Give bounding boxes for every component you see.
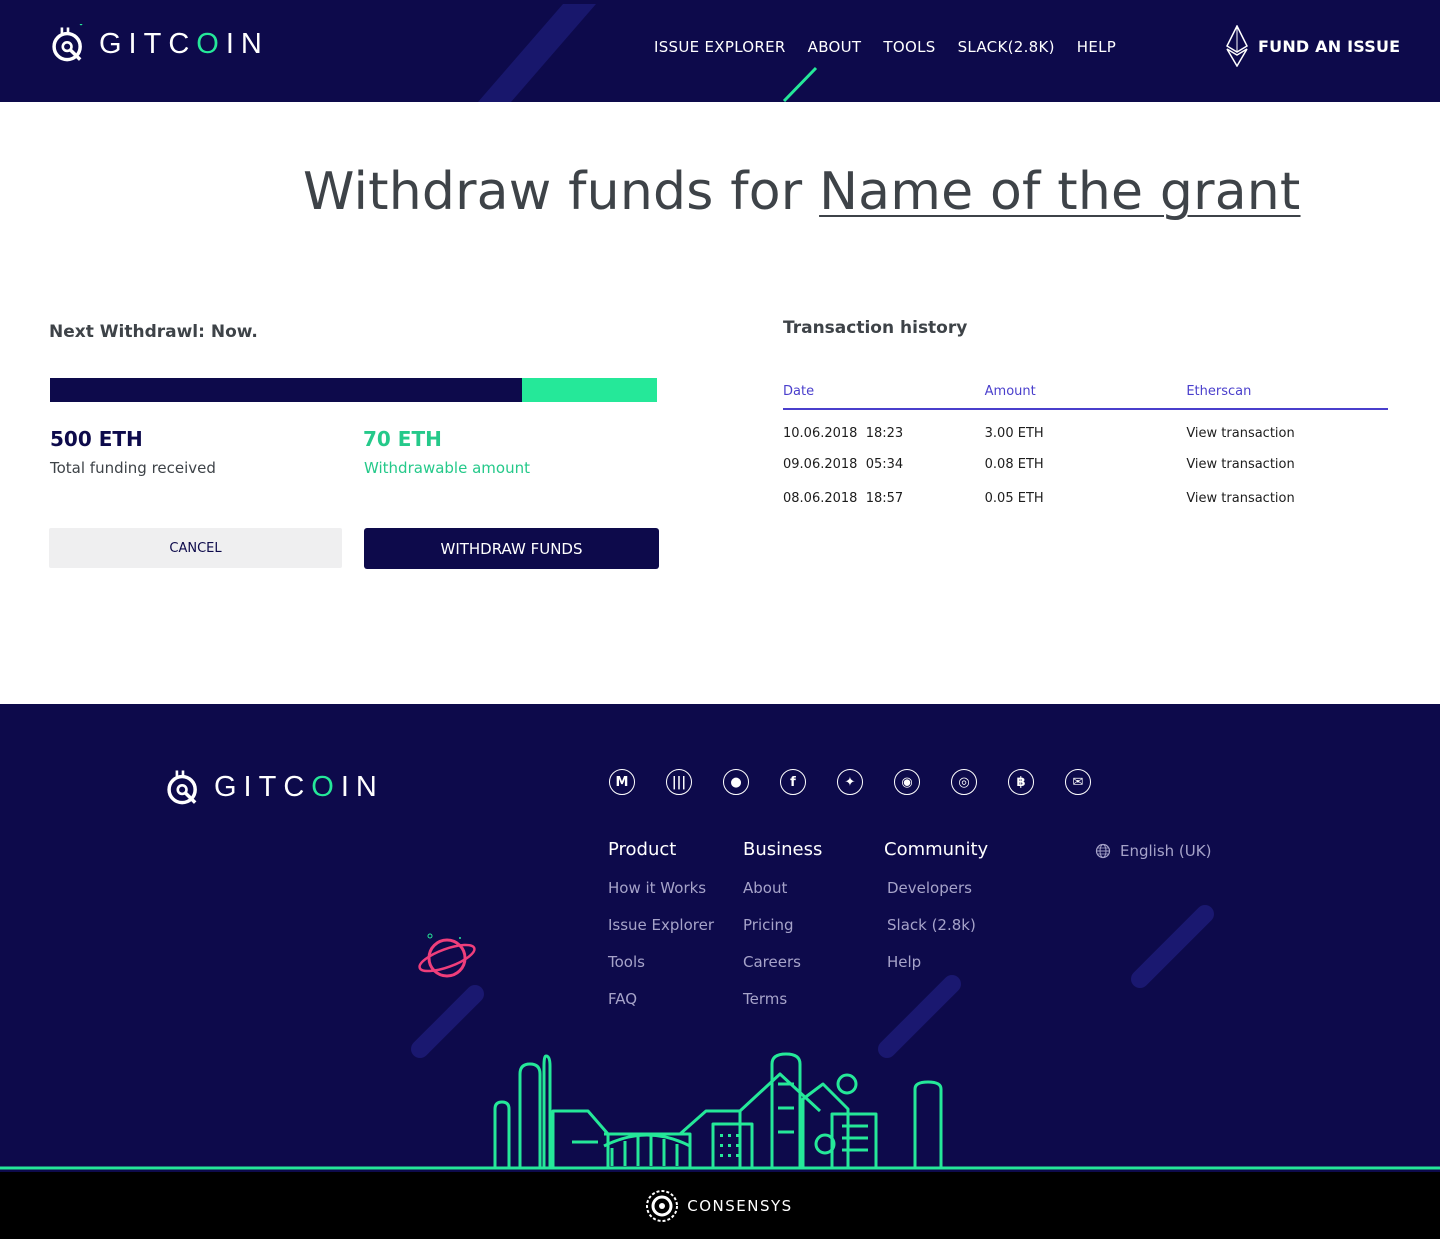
withdrawable-value: 70 ETH <box>363 427 442 451</box>
footer-link-help[interactable]: Help <box>887 953 988 990</box>
footer-link-terms[interactable]: Terms <box>743 990 822 1027</box>
total-funding-stat: 500 ETH Total funding received <box>50 427 216 477</box>
table-row: 10.06.2018 18:23 3.00 ETH View transacti… <box>783 409 1388 447</box>
nav-help[interactable]: HELP <box>1077 38 1116 56</box>
withdrawable-stat: 70 ETH Withdrawable amount <box>363 427 530 477</box>
footer: GITCOIN M ||| ● f ✦ ◉ ◎ ฿ ✉ Product How … <box>0 704 1440 1172</box>
language-label: English (UK) <box>1120 842 1212 860</box>
table-header-row: Date Amount Etherscan <box>783 384 1388 410</box>
cancel-button[interactable]: CANCEL <box>49 528 342 568</box>
gitcoin-wordmark: GITCOIN <box>214 770 384 803</box>
medium-icon[interactable]: M <box>609 769 635 795</box>
gitcoin-mark-icon <box>167 770 197 805</box>
tx-amount: 0.05 ETH <box>984 490 1044 506</box>
column-etherscan: Etherscan <box>1186 384 1388 410</box>
grant-name-link[interactable]: Name of the grant <box>819 162 1300 222</box>
funding-progress-fill <box>50 378 523 402</box>
footer-link-issue-explorer[interactable]: Issue Explorer <box>608 916 714 953</box>
fund-an-issue-button[interactable]: FUND AN ISSUE <box>1226 25 1400 67</box>
main-nav: ISSUE EXPLORER ABOUT TOOLS SLACK(2.8K) H… <box>654 38 1116 56</box>
twitter-icon[interactable]: ✦ <box>837 769 863 795</box>
social-links: M ||| ● f ✦ ◉ ◎ ฿ ✉ <box>609 769 1091 795</box>
top-navbar: GITCOIN ISSUE EXPLORER ABOUT TOOLS SLACK… <box>0 0 1440 102</box>
transaction-table: Date Amount Etherscan 10.06.2018 18:23 3… <box>783 384 1388 515</box>
footer-business-heading: Business <box>743 839 823 860</box>
tx-amount: 3.00 ETH <box>984 426 1044 441</box>
tx-date: 10.06.2018 18:23 <box>783 426 904 441</box>
table-row: 08.06.2018 18:57 0.05 ETH View transacti… <box>783 481 1388 515</box>
consensys-bar: CONSENSYS <box>0 1172 1440 1239</box>
withdraw-funds-button[interactable]: WITHDRAW FUNDS <box>364 528 659 569</box>
view-transaction-link[interactable]: View transaction <box>1186 409 1388 447</box>
footer-product-heading: Product <box>608 839 677 860</box>
footer-link-careers[interactable]: Careers <box>743 953 822 990</box>
total-funding-label: Total funding received <box>50 459 216 477</box>
view-transaction-link[interactable]: View transaction <box>1186 447 1388 481</box>
next-withdrawal-label: Next Withdrawl: Now. <box>49 322 258 342</box>
transaction-history-title: Transaction history <box>783 318 968 338</box>
github-icon[interactable]: ● <box>723 769 749 795</box>
footer-business-column: Business About Pricing Careers Terms <box>743 839 822 1027</box>
discourse-icon[interactable]: ◎ <box>951 769 977 795</box>
footer-gitcoin-logo[interactable]: GITCOIN <box>164 767 384 807</box>
footer-product-column: Product How it Works Issue Explorer Tool… <box>608 839 714 1027</box>
globe-icon <box>1095 843 1111 859</box>
reddit-icon[interactable]: ◉ <box>894 769 920 795</box>
gitcoin-mark-icon <box>52 24 83 62</box>
page-title-prefix: Withdraw funds for <box>303 162 820 222</box>
email-icon[interactable]: ✉ <box>1065 769 1091 795</box>
withdrawable-label: Withdrawable amount <box>364 459 530 477</box>
nav-slack[interactable]: SLACK(2.8K) <box>958 38 1055 56</box>
bitcoin-icon[interactable]: ฿ <box>1008 769 1034 795</box>
table-row: 09.06.2018 05:34 0.08 ETH View transacti… <box>783 447 1388 481</box>
tx-date: 09.06.2018 05:34 <box>783 456 904 472</box>
total-funding-value: 500 ETH <box>50 427 143 451</box>
footer-community-column: Community Developers Slack (2.8k) Help <box>884 839 988 990</box>
ethereum-icon <box>1226 25 1248 67</box>
tx-date: 08.06.2018 18:57 <box>783 490 904 506</box>
footer-link-slack[interactable]: Slack (2.8k) <box>887 916 988 953</box>
funding-progress-bar <box>50 378 657 402</box>
language-selector[interactable]: English (UK) <box>1095 842 1211 860</box>
view-transaction-link[interactable]: View transaction <box>1186 481 1388 515</box>
facebook-icon[interactable]: f <box>780 769 806 795</box>
column-date: Date <box>783 384 985 410</box>
tx-amount: 0.08 ETH <box>984 456 1044 472</box>
page-title: Withdraw funds for Name of the grant <box>0 162 1440 222</box>
nav-tools[interactable]: TOOLS <box>883 38 935 56</box>
gitcoin-logo[interactable]: GITCOIN <box>49 24 269 64</box>
footer-community-heading: Community <box>884 839 989 860</box>
footer-link-about[interactable]: About <box>743 879 822 916</box>
footer-link-how-it-works[interactable]: How it Works <box>608 879 714 916</box>
fund-an-issue-label: FUND AN ISSUE <box>1258 36 1401 56</box>
nav-issue-explorer[interactable]: ISSUE EXPLORER <box>654 38 786 56</box>
column-amount: Amount <box>984 384 1187 410</box>
footer-link-tools[interactable]: Tools <box>608 953 714 990</box>
footer-link-pricing[interactable]: Pricing <box>743 916 822 953</box>
consensys-logo[interactable]: CONSENSYS <box>645 1189 792 1223</box>
footer-link-faq[interactable]: FAQ <box>608 990 714 1027</box>
footer-link-developers[interactable]: Developers <box>887 879 988 916</box>
nav-about[interactable]: ABOUT <box>808 38 862 56</box>
consensys-mark-icon <box>646 1189 679 1222</box>
podcast-icon[interactable]: ||| <box>666 769 692 795</box>
consensys-name: CONSENSYS <box>687 1196 793 1215</box>
gitcoin-wordmark: GITCOIN <box>99 27 269 60</box>
planet-icon <box>418 933 476 978</box>
